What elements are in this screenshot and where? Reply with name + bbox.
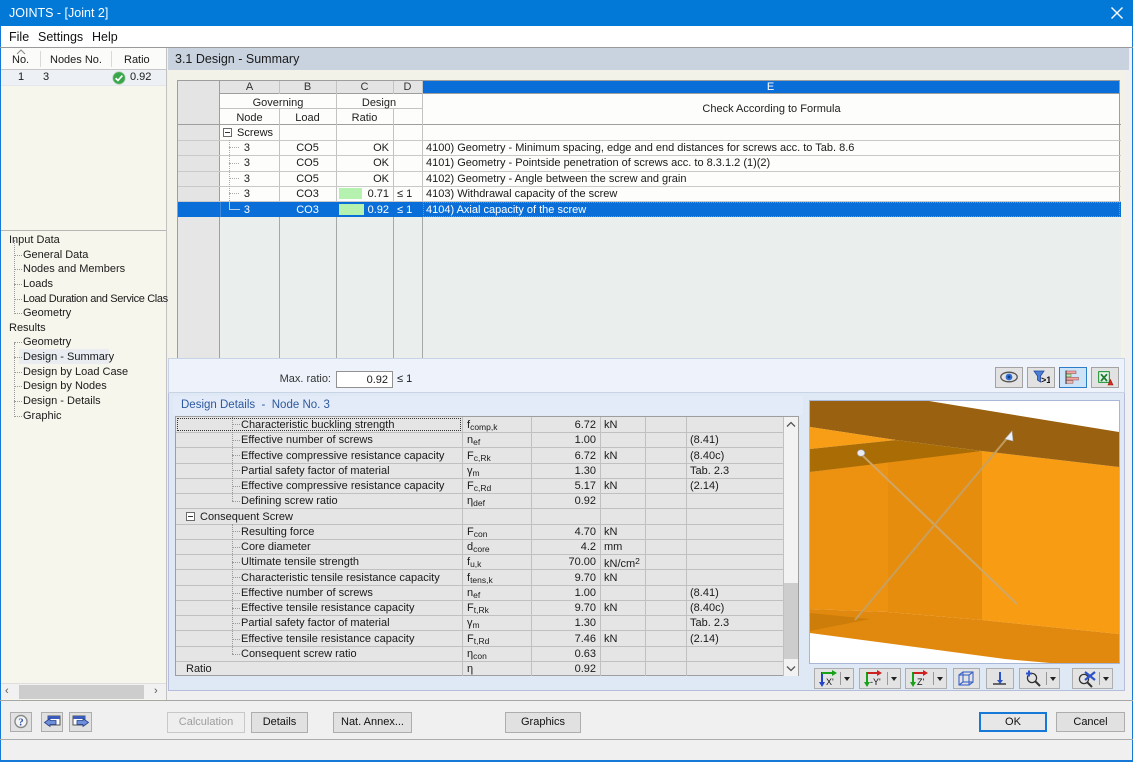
svg-text:>1: >1 [1041,375,1050,385]
svg-text:-Y': -Y' [870,677,881,687]
svg-text:X': X' [826,677,834,687]
svg-text:?: ? [18,717,24,729]
svg-text:Z': Z' [917,677,924,687]
